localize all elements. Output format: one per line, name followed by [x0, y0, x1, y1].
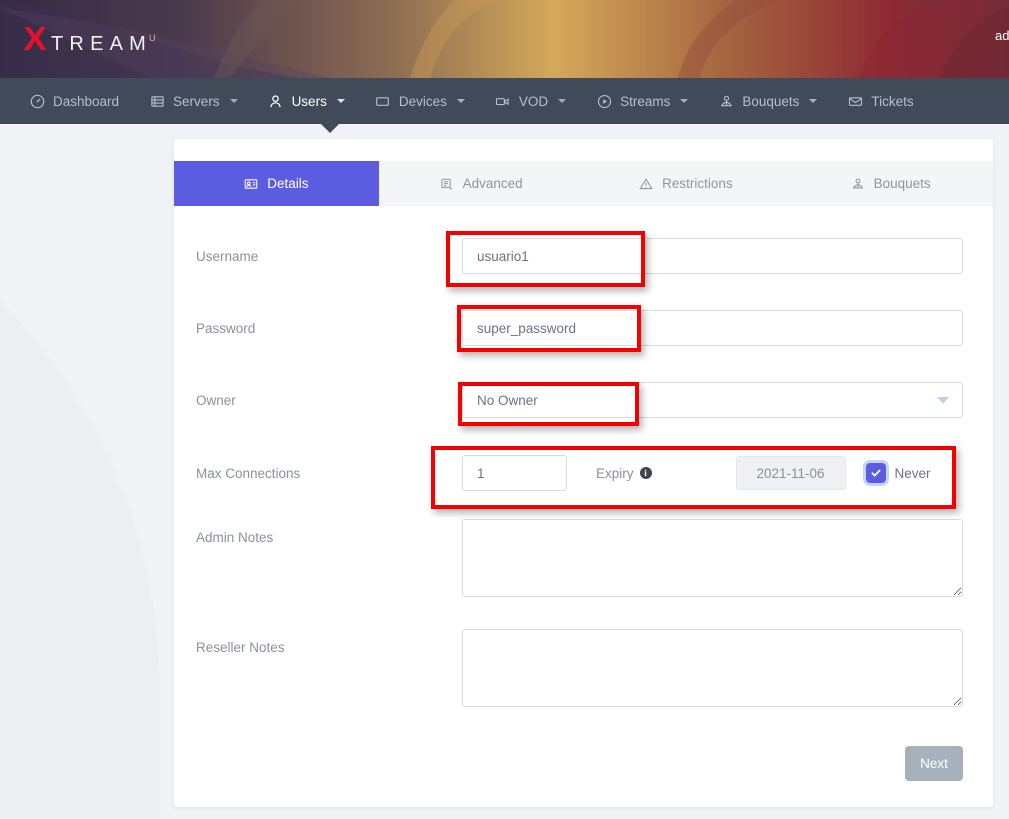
- label-admin-notes: Admin Notes: [192, 519, 462, 545]
- tab-details[interactable]: Details: [174, 161, 379, 206]
- chevron-down-icon: [558, 99, 566, 103]
- sliders-icon: [440, 177, 454, 191]
- chevron-down-icon: [457, 99, 465, 103]
- header-banner: X TREAM U admin: [0, 0, 1009, 78]
- owner-select-wrapper[interactable]: [462, 382, 963, 418]
- form-row-username: Username: [174, 238, 993, 274]
- brand-logo[interactable]: X TREAM U: [24, 22, 156, 55]
- chevron-down-icon: [337, 99, 345, 103]
- chevron-down-icon: [230, 99, 238, 103]
- max-connections-input[interactable]: [462, 455, 567, 491]
- bouquet-icon: [718, 93, 734, 109]
- form-tabs: Details Advanced Restr: [174, 161, 993, 206]
- never-checkbox-group[interactable]: Never: [866, 463, 931, 483]
- user-form-card: Details Advanced Restr: [174, 139, 993, 807]
- warning-icon: [639, 177, 653, 191]
- never-label: Never: [895, 466, 931, 481]
- tab-bouquets[interactable]: Bouquets: [788, 161, 993, 206]
- expiry-label-group: Expiry i: [596, 466, 652, 481]
- nav-label-vod: VOD: [519, 94, 548, 109]
- label-password: Password: [192, 310, 462, 336]
- label-owner: Owner: [192, 382, 462, 408]
- form-row-reseller-notes: Reseller Notes: [174, 629, 993, 712]
- nav-label-tickets: Tickets: [871, 94, 913, 109]
- label-expiry: Expiry: [596, 466, 634, 481]
- play-icon: [596, 93, 612, 109]
- app-root: X TREAM U admin Dashboard Servers: [0, 0, 1009, 819]
- username-input[interactable]: [462, 238, 963, 274]
- never-checkbox[interactable]: [866, 463, 886, 483]
- tab-label-advanced: Advanced: [463, 176, 523, 191]
- nav-label-devices: Devices: [399, 94, 447, 109]
- owner-select[interactable]: [462, 382, 963, 418]
- nav-item-vod[interactable]: VOD: [480, 78, 581, 124]
- logo-x-mark: X: [23, 22, 46, 55]
- tab-restrictions[interactable]: Restrictions: [584, 161, 789, 206]
- dashboard-icon: [29, 93, 45, 109]
- label-username: Username: [192, 238, 462, 264]
- info-icon[interactable]: i: [640, 467, 652, 479]
- video-icon: [495, 93, 511, 109]
- form-row-owner: Owner: [174, 382, 993, 418]
- password-input[interactable]: [462, 310, 963, 346]
- nav-label-streams: Streams: [620, 94, 670, 109]
- nav-item-dashboard[interactable]: Dashboard: [14, 78, 134, 124]
- main-navigation: Dashboard Servers Users: [0, 78, 1009, 124]
- logo-superscript: U: [149, 33, 156, 43]
- nav-label-users: Users: [292, 94, 327, 109]
- nav-label-servers: Servers: [173, 94, 220, 109]
- envelope-icon: [847, 93, 863, 109]
- chevron-down-icon: [680, 99, 688, 103]
- form-row-max-connections: Max Connections Expiry i 2021-11-06: [174, 455, 993, 491]
- logo-wordmark: TREAM: [51, 34, 152, 54]
- nav-item-devices[interactable]: Devices: [360, 78, 480, 124]
- tab-label-bouquets: Bouquets: [874, 176, 931, 191]
- user-icon: [268, 93, 284, 109]
- header-user-label[interactable]: admin: [995, 28, 1009, 43]
- nav-label-dashboard: Dashboard: [53, 94, 119, 109]
- background-decoration: [0, 124, 160, 819]
- nav-item-servers[interactable]: Servers: [134, 78, 253, 124]
- reseller-notes-textarea[interactable]: [462, 629, 963, 707]
- admin-notes-textarea[interactable]: [462, 519, 963, 597]
- id-card-icon: [244, 177, 258, 191]
- servers-icon: [149, 93, 165, 109]
- form-row-admin-notes: Admin Notes: [174, 519, 993, 602]
- nav-item-bouquets[interactable]: Bouquets: [703, 78, 832, 124]
- label-reseller-notes: Reseller Notes: [192, 629, 462, 655]
- tab-advanced[interactable]: Advanced: [379, 161, 584, 206]
- active-nav-pointer: [321, 124, 339, 133]
- device-icon: [375, 93, 391, 109]
- label-max-connections: Max Connections: [192, 455, 462, 481]
- tab-label-restrictions: Restrictions: [662, 176, 733, 191]
- nav-item-tickets[interactable]: Tickets: [832, 78, 928, 124]
- max-connections-controls: Expiry i 2021-11-06 Never: [462, 455, 963, 491]
- form-actions: Next: [174, 746, 993, 781]
- chevron-down-icon: [809, 99, 817, 103]
- nav-label-bouquets: Bouquets: [742, 94, 799, 109]
- details-form: Username Password Owner: [174, 238, 993, 781]
- expiry-date-field[interactable]: 2021-11-06: [736, 456, 846, 490]
- nav-item-users[interactable]: Users: [253, 78, 360, 124]
- next-button[interactable]: Next: [905, 746, 963, 781]
- form-row-password: Password: [174, 310, 993, 346]
- bouquet-icon: [851, 177, 865, 191]
- tab-label-details: Details: [267, 176, 308, 191]
- nav-item-streams[interactable]: Streams: [581, 78, 703, 124]
